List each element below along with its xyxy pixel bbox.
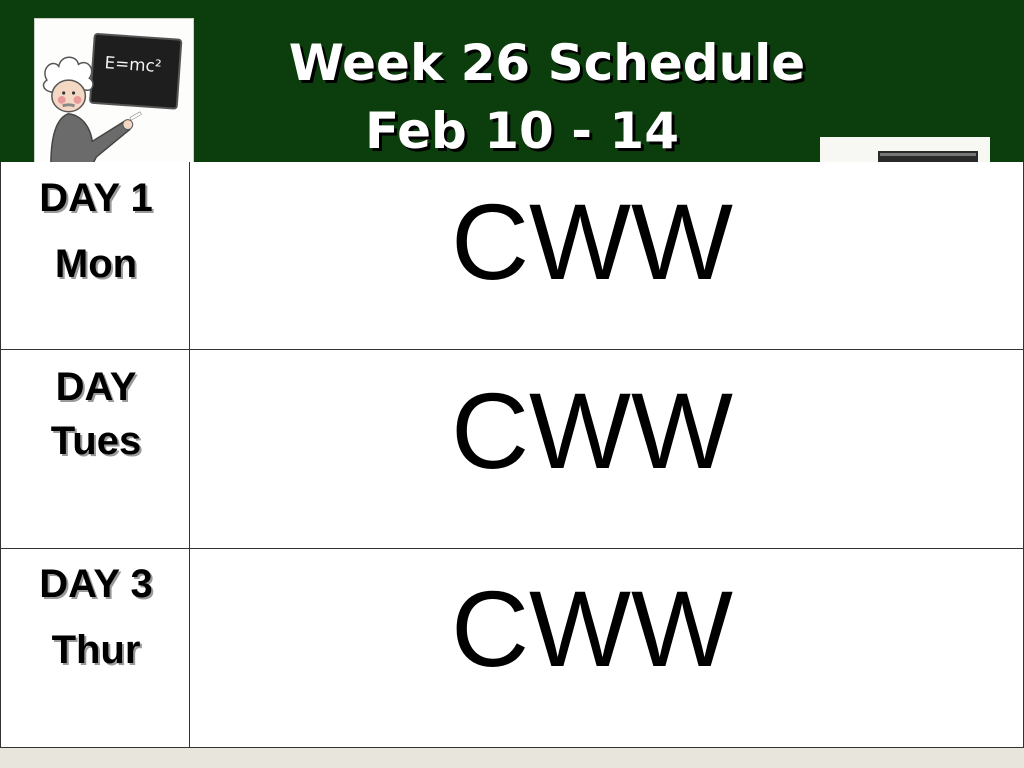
schedule-table: DAY 1 Mon CWW DAY Tues CWW DAY 3 Thur CW… <box>0 162 1024 748</box>
activity-text: CWW <box>451 181 733 302</box>
activity-text: CWW <box>451 568 733 689</box>
slide: Week 26 Schedule Feb 10 - 14 E=mc² DAY 1… <box>0 0 1024 768</box>
day-number-label: DAY 1 <box>39 176 153 220</box>
table-row: DAY 1 Mon CWW <box>0 162 1024 350</box>
einstein-chalkboard-icon: E=mc² <box>34 18 194 166</box>
day-cell: DAY Tues <box>0 350 190 549</box>
day-number-label: DAY 3 <box>39 562 153 606</box>
weekday-label: Mon <box>54 242 138 286</box>
table-row: DAY Tues CWW <box>0 349 1024 549</box>
table-row: DAY 3 Thur CWW <box>0 548 1024 748</box>
content-cell: CWW <box>190 350 1024 549</box>
content-cell: CWW <box>190 162 1024 350</box>
activity-text: CWW <box>451 370 733 491</box>
content-cell: CWW <box>190 549 1024 747</box>
weekday-label: Thur <box>51 628 141 672</box>
day-number-label: DAY <box>55 365 137 409</box>
day-cell: DAY 3 Thur <box>0 549 190 747</box>
svg-text:E=mc²: E=mc² <box>104 52 162 76</box>
weekday-label: Tues <box>50 419 142 463</box>
day-cell: DAY 1 Mon <box>0 162 190 350</box>
